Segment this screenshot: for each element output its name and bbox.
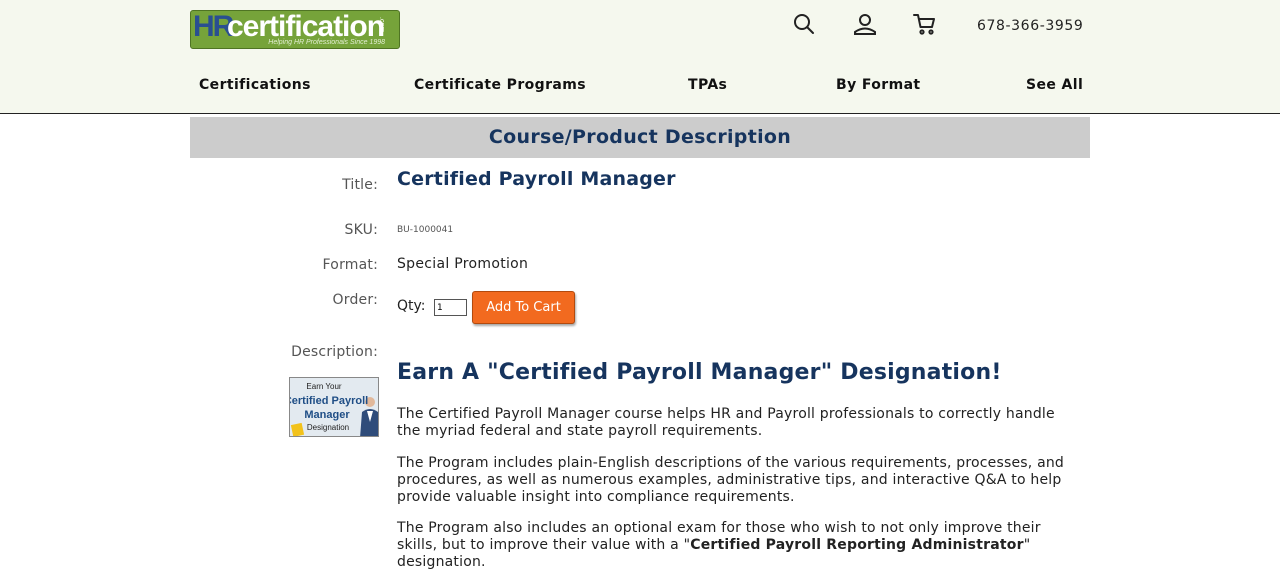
description-heading: Earn A "Certified Payroll Manager" Desig… <box>397 360 1002 385</box>
qty-label: Qty: <box>397 298 426 314</box>
phone-number[interactable]: 678-366-3959 <box>977 18 1083 34</box>
format-label: Format: <box>322 257 378 273</box>
section-title: Course/Product Description <box>488 126 792 148</box>
add-to-cart-button[interactable]: Add To Cart <box>472 291 575 324</box>
product-title: Certified Payroll Manager <box>397 168 676 190</box>
logo-tagline: Helping HR Professionals Since 1998 <box>268 39 385 46</box>
format-value: Special Promotion <box>397 256 529 272</box>
nav-certifications[interactable]: Certifications <box>199 77 311 93</box>
site-logo[interactable]: HR certification .com Helping HR Profess… <box>190 10 400 49</box>
nav-tpas[interactable]: TPAs <box>688 77 727 93</box>
nav-by-format[interactable]: By Format <box>836 77 921 93</box>
sku-label: SKU: <box>344 222 378 238</box>
title-label: Title: <box>342 177 378 193</box>
user-icon[interactable] <box>853 12 877 36</box>
description-paragraph-1: The Certified Payroll Manager course hel… <box>397 406 1055 439</box>
product-thumbnail: Earn Your Certified Payroll Manager Desi… <box>289 377 379 437</box>
thumbnail-line2: Certified Payroll <box>290 395 368 407</box>
description-paragraph-3: The Program also includes an optional ex… <box>397 520 1077 571</box>
site-header: HR certification .com Helping HR Profess… <box>0 0 1280 114</box>
nav-see-all[interactable]: See All <box>1026 77 1083 93</box>
thumbnail-line1: Earn Your <box>306 382 341 391</box>
section-header-bar: Course/Product Description <box>190 117 1090 158</box>
description-paragraph-2: The Program includes plain-English descr… <box>397 455 1065 505</box>
thumbnail-line4: Designation <box>307 423 349 432</box>
order-label: Order: <box>332 292 378 308</box>
logo-com-text: .com <box>378 17 385 33</box>
search-icon[interactable] <box>792 12 816 36</box>
nav-certificate-programs[interactable]: Certificate Programs <box>414 77 586 93</box>
cart-icon[interactable] <box>913 12 937 36</box>
thumbnail-line3: Manager <box>304 409 350 421</box>
designation-name: Certified Payroll Reporting Administrato… <box>690 537 1024 553</box>
quantity-input[interactable] <box>434 299 467 316</box>
description-label: Description: <box>291 344 378 360</box>
sku-value: BU-1000041 <box>397 225 454 235</box>
